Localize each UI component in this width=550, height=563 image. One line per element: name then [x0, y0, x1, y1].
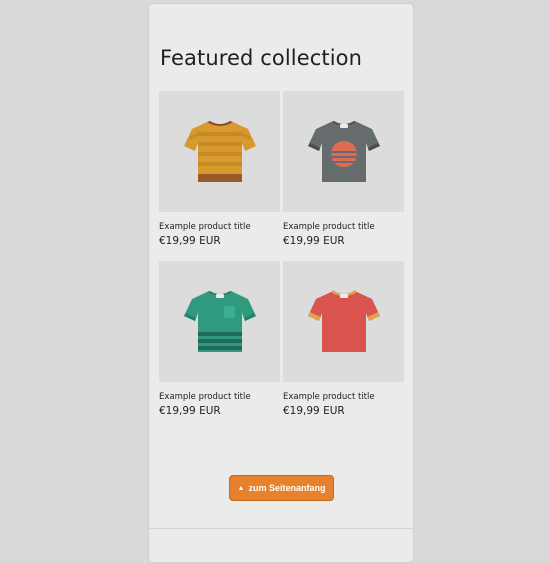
product-card[interactable]: Example product title €19,99 EUR [283, 91, 404, 261]
scroll-to-top-label: zum Seitenanfang [248, 483, 326, 493]
striped-orange-tshirt-icon [183, 120, 256, 182]
product-price: €19,99 EUR [283, 405, 345, 417]
arrow-up-icon: ▲ [237, 484, 245, 492]
teal-pocket-tshirt-icon [183, 290, 256, 352]
red-ringer-tshirt-icon [307, 289, 380, 352]
product-card[interactable]: Example product title €19,99 EUR [159, 91, 280, 261]
product-price: €19,99 EUR [283, 235, 345, 247]
product-image[interactable] [159, 261, 280, 382]
product-card[interactable]: Example product title €19,99 EUR [159, 261, 280, 431]
product-price: €19,99 EUR [159, 235, 221, 247]
product-image[interactable] [283, 261, 404, 382]
product-image[interactable] [283, 91, 404, 212]
footer-divider [149, 528, 413, 529]
product-image[interactable] [159, 91, 280, 212]
featured-collection-panel: Featured collection Example product titl… [148, 3, 414, 563]
product-title[interactable]: Example product title [159, 222, 280, 232]
product-title[interactable]: Example product title [283, 222, 404, 232]
gray-sunset-tshirt-icon [307, 120, 380, 182]
product-card[interactable]: Example product title €19,99 EUR [283, 261, 404, 431]
product-price: €19,99 EUR [159, 405, 221, 417]
scroll-to-top-button[interactable]: ▲ zum Seitenanfang [229, 475, 334, 501]
product-title[interactable]: Example product title [159, 392, 280, 402]
product-grid: Example product title €19,99 EUR Example… [159, 91, 404, 431]
product-title[interactable]: Example product title [283, 392, 404, 402]
section-title: Featured collection [160, 46, 363, 70]
